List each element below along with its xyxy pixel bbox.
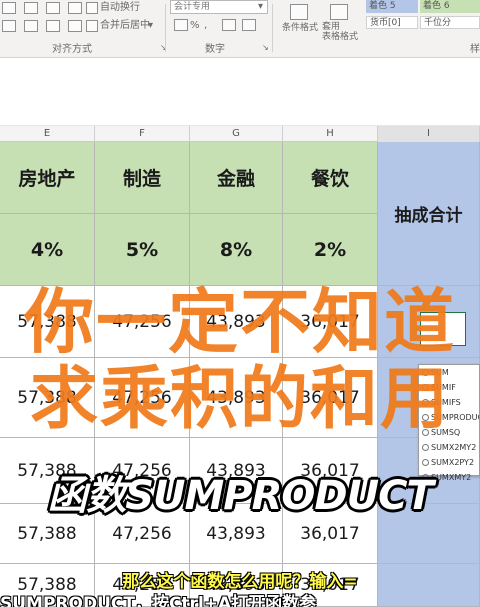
chevron-down-icon[interactable]: ▾ xyxy=(258,1,263,13)
function-suggestion[interactable]: SUMX2MY2 xyxy=(419,440,479,455)
subtitle-line-2: SUMPRODUCT，按Ctrl+A打开函数参 xyxy=(0,594,317,607)
ribbon-separator xyxy=(272,4,273,52)
align-center-bottom-icon[interactable] xyxy=(24,20,38,32)
indent-icon[interactable] xyxy=(68,2,82,14)
group-number-label: 数字 xyxy=(205,44,225,55)
cell-style-accent5[interactable]: 着色 5 xyxy=(366,0,418,13)
group-styles-label: 样 xyxy=(470,44,480,55)
column-header-f[interactable]: F xyxy=(95,126,190,142)
overlay-title-line-1: 你一定不知道 xyxy=(24,282,456,362)
header-cell-real-estate[interactable]: 房地产 xyxy=(0,142,95,214)
overlay-title-line-2: 求乘积的和用 xyxy=(29,360,450,439)
ribbon-separator xyxy=(165,4,166,52)
cell-style-currency[interactable]: 货币[0] xyxy=(366,16,418,29)
header-cell-finance[interactable]: 金融 xyxy=(190,142,283,214)
group-alignment-label: 对齐方式 xyxy=(52,44,92,55)
column-header-g[interactable]: G xyxy=(190,126,283,142)
comma-style-icon[interactable]: , xyxy=(204,20,207,32)
chevron-down-icon[interactable]: ▾ xyxy=(148,20,153,32)
cell-style-accent6[interactable]: 着色 6 xyxy=(420,0,480,13)
align-right-icon[interactable] xyxy=(46,2,60,14)
align-left-bottom-icon[interactable] xyxy=(2,20,16,32)
function-icon xyxy=(422,459,429,466)
dialog-launcher-icon[interactable]: ↘ xyxy=(262,42,269,54)
column-header-i[interactable]: I xyxy=(378,126,480,142)
ribbon: 自动换行 合并后居中 ▾ 对齐方式 ↘ 会计专用 ▾ % , 数字 ↘ 条件格式… xyxy=(0,0,480,58)
align-right-bottom-icon[interactable] xyxy=(46,20,60,32)
overlay-title-line-3: 函数SUMPRODUCT xyxy=(47,473,434,519)
column-header-e[interactable]: E xyxy=(0,126,95,142)
header-cell-manufacturing[interactable]: 制造 xyxy=(95,142,190,214)
accounting-format-icon[interactable] xyxy=(174,19,188,31)
align-center-icon[interactable] xyxy=(24,2,38,14)
increase-decimal-icon[interactable] xyxy=(222,19,236,31)
column-headers: E F G H I xyxy=(0,126,480,142)
format-as-table-button[interactable]: 套用 表格格式 xyxy=(322,22,358,42)
cell-style-thousands[interactable]: 千位分 xyxy=(420,16,480,29)
formula-area xyxy=(0,58,480,126)
format-as-table-icon[interactable] xyxy=(330,4,348,20)
number-format-select[interactable]: 会计专用 xyxy=(170,0,268,14)
wrap-text-icon[interactable] xyxy=(86,2,98,14)
conditional-format-icon[interactable] xyxy=(290,4,308,20)
wrap-text-button[interactable]: 自动换行 xyxy=(100,2,140,14)
merge-icon[interactable] xyxy=(86,20,98,32)
header-cell-catering[interactable]: 餐饮 xyxy=(283,142,378,214)
conditional-format-button[interactable]: 条件格式 xyxy=(282,22,318,34)
outdent-icon[interactable] xyxy=(68,20,82,32)
rate-cell[interactable]: 4% xyxy=(0,214,95,286)
function-icon xyxy=(422,444,429,451)
subtitle-line-1: 那么这个函数怎么用呢？输入= xyxy=(122,572,358,592)
align-left-icon[interactable] xyxy=(2,2,16,14)
rate-cell[interactable]: 2% xyxy=(283,214,378,286)
sum-total-header[interactable]: 抽成合计 xyxy=(378,142,480,286)
percent-icon[interactable]: % xyxy=(190,20,200,32)
decrease-decimal-icon[interactable] xyxy=(242,19,256,31)
column-header-h[interactable]: H xyxy=(283,126,378,142)
rate-cell[interactable]: 5% xyxy=(95,214,190,286)
merge-center-button[interactable]: 合并后居中 xyxy=(100,20,150,32)
rate-cell[interactable]: 8% xyxy=(190,214,283,286)
